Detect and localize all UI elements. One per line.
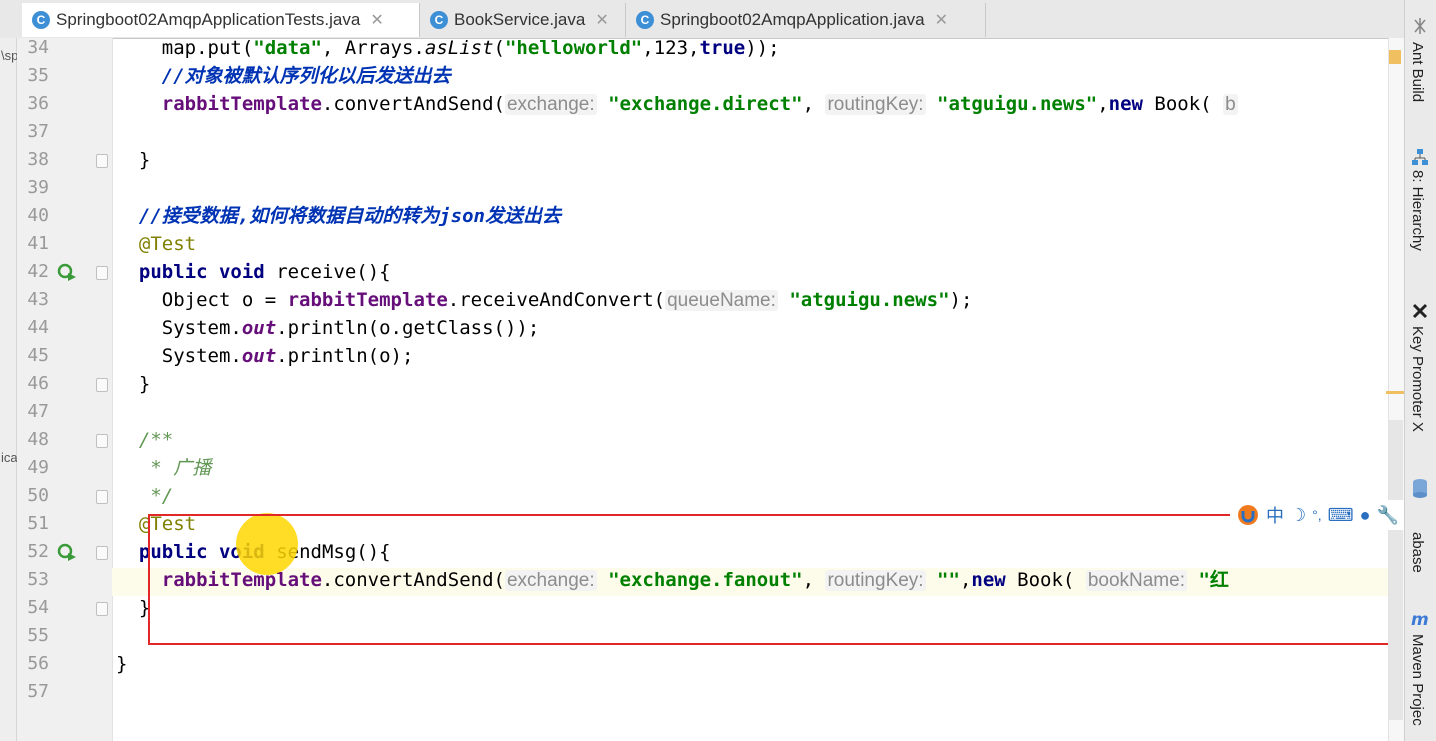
maven-icon: m <box>1411 610 1429 628</box>
fold-marker-icon[interactable] <box>96 378 108 392</box>
project-name-fragment: ica <box>1 450 18 465</box>
keyboard-icon[interactable]: ⌨ <box>1328 505 1354 526</box>
line-number: 45 <box>27 345 49 366</box>
param-hint: queueName: <box>665 290 778 311</box>
line-number: 54 <box>27 597 49 618</box>
fold-marker-icon[interactable] <box>96 154 108 168</box>
close-icon[interactable]: ✕ <box>370 10 383 30</box>
line-number: 35 <box>27 65 49 86</box>
scrollbar-thumb[interactable] <box>1389 420 1403 720</box>
line-number: 53 <box>27 569 49 590</box>
code-line-41: @Test <box>138 233 197 255</box>
line-number: 46 <box>27 373 49 394</box>
close-icon[interactable]: ✕ <box>595 10 608 30</box>
highlight-box <box>148 514 1403 645</box>
fold-marker-icon[interactable] <box>96 490 108 504</box>
tab-label: Springboot02AmqpApplicationTests.java <box>56 10 361 29</box>
user-icon[interactable]: ● <box>1360 505 1371 526</box>
moon-icon[interactable]: ☽ <box>1290 505 1306 526</box>
code-line-56: } <box>116 653 128 675</box>
ime-language-indicator[interactable]: 中 <box>1266 502 1284 528</box>
tab-label: Springboot02AmqpApplication.java <box>660 10 925 29</box>
ime-logo-icon[interactable] <box>1236 503 1260 527</box>
line-number: 50 <box>27 485 49 506</box>
code-line-46: } <box>138 373 151 395</box>
class-icon: C <box>430 11 448 29</box>
line-number: 51 <box>27 513 49 534</box>
line-number: 47 <box>27 401 49 422</box>
run-test-icon[interactable] <box>56 541 78 563</box>
line-number: 36 <box>27 93 49 114</box>
code-line-34: map.put("data", Arrays.asList("helloworl… <box>161 37 780 59</box>
line-number: 43 <box>27 289 49 310</box>
param-hint: b <box>1223 94 1238 115</box>
code-line-40: //接受数据,如何将数据自动的转为json发送出去 <box>138 205 561 227</box>
line-number: 49 <box>27 457 49 478</box>
tool-window-ant-build[interactable]: Ant Build <box>1409 42 1426 102</box>
code-line-50: */ <box>138 485 174 507</box>
tab-label: BookService.java <box>454 10 586 29</box>
tool-window-key-promoter-x[interactable]: Key Promoter X <box>1409 326 1426 432</box>
project-panel-edge[interactable]: \sp ica <box>0 38 19 741</box>
line-number: 34 <box>27 37 49 58</box>
project-path-fragment: \sp <box>1 48 19 63</box>
param-hint: routingKey: <box>825 94 926 115</box>
code-line-49: * 广播 <box>138 457 212 479</box>
code-line-48: /** <box>138 429 174 451</box>
line-number: 55 <box>27 625 49 646</box>
code-line-54: } <box>138 597 151 619</box>
line-number: 52 <box>27 541 49 562</box>
code-line-44: System.out.println(o.getClass()); <box>161 317 540 339</box>
database-icon <box>1413 479 1427 498</box>
code-line-42: public void receive(){ <box>138 261 391 283</box>
question-icon[interactable]: °, <box>1312 507 1322 523</box>
line-number: 37 <box>27 121 49 142</box>
tool-window-database[interactable]: abase <box>1409 532 1426 573</box>
app-class-icon: C <box>636 11 654 29</box>
fold-marker-icon[interactable] <box>96 266 108 280</box>
line-number: 48 <box>27 429 49 450</box>
tab-springboot02-amqp-application[interactable]: C Springboot02AmqpApplication.java ✕ <box>626 3 986 37</box>
test-class-icon: C <box>32 11 50 29</box>
warning-marker-icon[interactable] <box>1389 50 1401 64</box>
line-number: 57 <box>27 681 49 702</box>
tab-springboot02-amqp-application-tests[interactable]: C Springboot02AmqpApplicationTests.java … <box>22 3 420 37</box>
tool-window-maven-projects[interactable]: Maven Projec <box>1409 634 1426 726</box>
close-icon[interactable]: ✕ <box>935 10 948 30</box>
code-line-35: //对象被默认序列化以后发送出去 <box>161 65 451 87</box>
code-line-38: } <box>138 149 151 171</box>
svg-text:m: m <box>1411 610 1429 628</box>
change-marker[interactable] <box>1386 391 1404 394</box>
line-number: 39 <box>27 177 49 198</box>
run-test-icon[interactable] <box>56 261 78 283</box>
fold-marker-icon[interactable] <box>96 602 108 616</box>
fold-marker-icon[interactable] <box>96 434 108 448</box>
hierarchy-icon <box>1412 149 1428 165</box>
code-line-45: System.out.println(o); <box>161 345 414 367</box>
ant-icon <box>1414 18 1426 34</box>
wrench-icon[interactable]: 🔧 <box>1377 505 1399 526</box>
code-line-43: Object o = rabbitTemplate.receiveAndConv… <box>161 289 973 311</box>
key-promoter-icon <box>1412 303 1428 319</box>
code-line-36: rabbitTemplate.convertAndSend(exchange: … <box>161 93 1238 115</box>
line-number: 42 <box>27 261 49 282</box>
input-method-toolbar[interactable]: 中 ☽ °, ⌨ ● 🔧 <box>1230 500 1404 530</box>
tab-book-service[interactable]: C BookService.java ✕ <box>420 3 626 37</box>
tool-window-hierarchy[interactable]: 8: Hierarchy <box>1409 170 1426 251</box>
line-number: 56 <box>27 653 49 674</box>
param-hint: exchange: <box>504 94 597 115</box>
line-number: 41 <box>27 233 49 254</box>
line-number: 44 <box>27 317 49 338</box>
line-number: 40 <box>27 205 49 226</box>
line-number: 38 <box>27 149 49 170</box>
fold-marker-icon[interactable] <box>96 546 108 560</box>
